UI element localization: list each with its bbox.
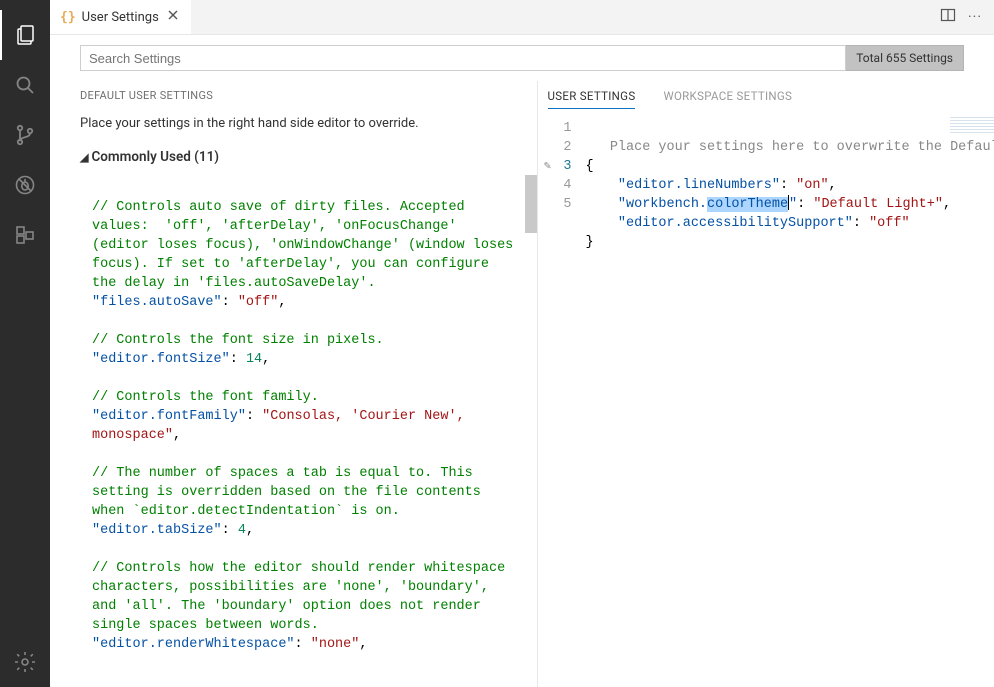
val-linenumbers: "on" [796, 178, 828, 193]
comment-fontfamily: // Controls the font family. [92, 390, 319, 405]
branch-icon [13, 123, 37, 147]
default-settings-heading: DEFAULT USER SETTINGS [80, 81, 537, 110]
search-row: Total 655 Settings [50, 35, 994, 81]
glyph-margin: ✎ ✎ ✎ ✎ ✎ [538, 117, 558, 687]
line-number: 3 [558, 157, 572, 176]
key-autosave: "files.autoSave" [92, 295, 222, 310]
default-settings-pane: DEFAULT USER SETTINGS Place your setting… [50, 81, 538, 687]
tabbar-actions: ··· [940, 0, 994, 34]
key-accessibility: "editor.accessibilitySupport" [618, 216, 853, 231]
user-settings-editor[interactable]: ✎ ✎ ✎ ✎ ✎ 1 2 3 4 5 Place your settings … [538, 117, 994, 687]
placeholder-hint: Place your settings here to overwrite th… [610, 140, 994, 155]
scrollbar-thumb[interactable] [525, 175, 537, 233]
val-colortheme: "Default Light+" [813, 197, 943, 212]
extensions-icon [13, 223, 37, 247]
key-fontfamily: "editor.fontFamily" [92, 409, 246, 424]
gear-icon [13, 650, 37, 674]
more-icon[interactable]: ··· [968, 9, 982, 25]
braces-icon: {} [60, 10, 76, 25]
tab-workspace[interactable]: WORKSPACE SETTINGS [663, 89, 792, 109]
right-tabs: USER SETTINGS WORKSPACE SETTINGS [538, 81, 994, 117]
section-commonly-used[interactable]: ◢ Commonly Used (11) [80, 145, 537, 175]
comment-fontsize: // Controls the font size in pixels. [92, 333, 384, 348]
default-settings-code[interactable]: // Controls auto save of dirty files. Ac… [80, 175, 537, 687]
activity-bar [0, 0, 50, 687]
split-editor-icon[interactable] [940, 7, 956, 27]
activity-scm[interactable] [0, 110, 50, 160]
activity-debug[interactable] [0, 160, 50, 210]
section-label: Commonly Used (11) [91, 149, 219, 165]
search-settings-input[interactable] [80, 45, 846, 71]
close-icon[interactable] [165, 7, 181, 27]
val-tabsize: 4 [238, 523, 246, 538]
line-number: 5 [558, 195, 572, 214]
files-icon [14, 23, 38, 47]
key-whitespace: "editor.renderWhitespace" [92, 637, 295, 652]
tab-label: User Settings [82, 10, 159, 25]
comment-autosave: // Controls auto save of dirty files. Ac… [92, 200, 521, 291]
val-fontsize: 14 [246, 352, 262, 367]
text-cursor [788, 195, 789, 210]
settings-count-badge: Total 655 Settings [846, 45, 964, 71]
bug-icon [13, 173, 37, 197]
edit-pencil-icon[interactable]: ✎ [538, 157, 558, 176]
val-accessibility: "off" [869, 216, 910, 231]
key-linenumbers: "editor.lineNumbers" [618, 178, 780, 193]
val-autosave: "off" [238, 295, 279, 310]
activity-settings[interactable] [0, 637, 50, 687]
tab-user[interactable]: USER SETTINGS [548, 89, 636, 109]
key-fontsize: "editor.fontSize" [92, 352, 230, 367]
line-numbers: 1 2 3 4 5 [558, 117, 586, 687]
tab-user-settings[interactable]: {} User Settings [50, 0, 191, 34]
scrollbar[interactable] [525, 175, 537, 687]
comment-tabsize: // The number of spaces a tab is equal t… [92, 466, 489, 519]
tab-bar: {} User Settings ··· [50, 0, 994, 35]
selection-colortheme: colorTheme [707, 197, 788, 212]
code-lines[interactable]: Place your settings here to overwrite th… [586, 117, 994, 687]
search-icon [13, 73, 37, 97]
line-number: 2 [558, 138, 572, 157]
chevron-down-icon: ◢ [80, 151, 88, 164]
line-number: 1 [558, 119, 572, 138]
comment-whitespace: // Controls how the editor should render… [92, 561, 513, 633]
key-tabsize: "editor.tabSize" [92, 523, 222, 538]
activity-extensions[interactable] [0, 210, 50, 260]
activity-search[interactable] [0, 60, 50, 110]
line-number: 4 [558, 176, 572, 195]
val-whitespace: "none" [311, 637, 360, 652]
minimap[interactable] [950, 117, 994, 133]
default-settings-desc: Place your settings in the right hand si… [80, 110, 537, 145]
user-settings-pane: USER SETTINGS WORKSPACE SETTINGS ✎ ✎ ✎ ✎… [538, 81, 994, 687]
activity-explorer[interactable] [0, 10, 50, 60]
main-area: {} User Settings ··· Total 655 Settings … [50, 0, 994, 687]
split-view: DEFAULT USER SETTINGS Place your setting… [50, 81, 994, 687]
